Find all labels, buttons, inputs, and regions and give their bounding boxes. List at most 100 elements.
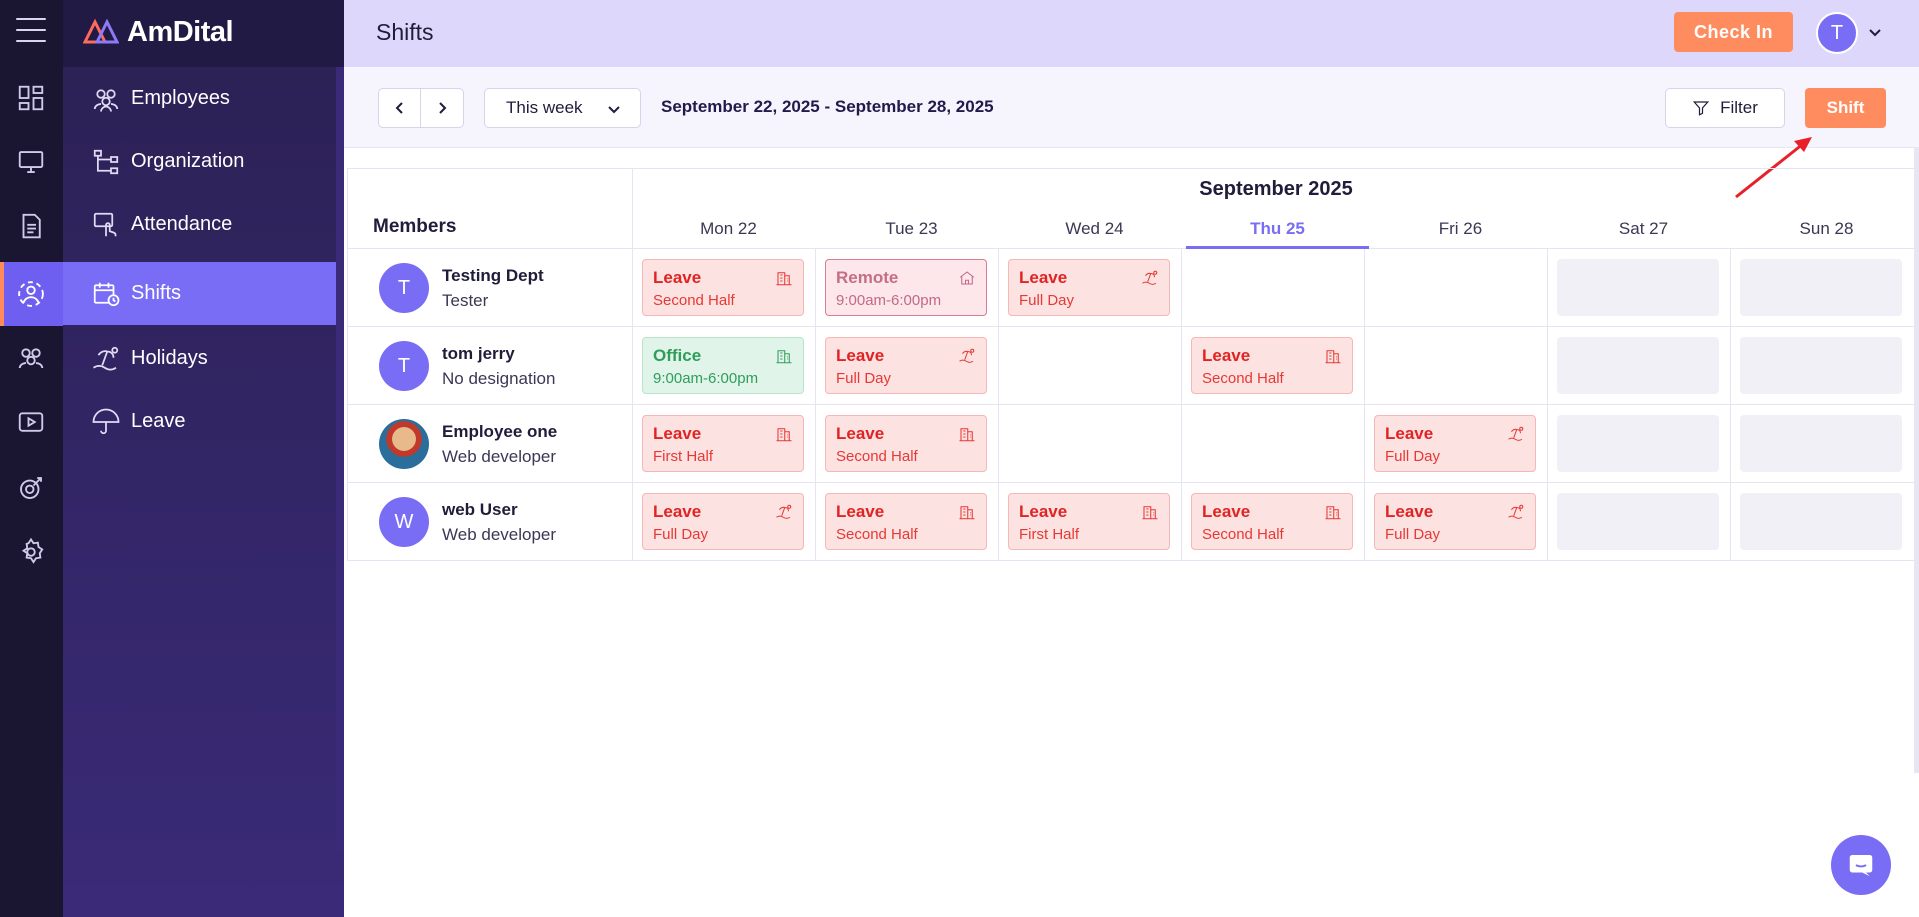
dashboard-icon[interactable] (15, 82, 47, 114)
shift-type: Leave (1385, 424, 1434, 443)
member-designation: Web developer (442, 525, 557, 544)
avatar[interactable]: W (379, 497, 429, 547)
org-chart-icon (93, 149, 119, 174)
sidebar-item-label: Attendance (131, 213, 233, 235)
weekend-slot[interactable] (1740, 415, 1902, 472)
shift-card[interactable]: Leave Second Half (825, 493, 987, 550)
sidebar-item-leave[interactable]: Leave (63, 390, 344, 453)
weekend-slot[interactable] (1557, 493, 1719, 550)
shift-type: Office (653, 346, 702, 365)
sidebar-item-label: Leave (131, 410, 186, 432)
shift-card[interactable]: Leave Second Half (825, 415, 987, 472)
filter-button[interactable]: Filter (1665, 88, 1785, 128)
chevron-down-icon (608, 106, 620, 114)
sidebar-item-label: Organization (131, 150, 245, 172)
building-icon (776, 272, 792, 286)
member-name[interactable]: web User (442, 500, 518, 520)
member-name[interactable]: tom jerry (442, 344, 515, 364)
sidebar-item-holidays[interactable]: Holidays (63, 327, 344, 390)
umbrella-icon (92, 408, 120, 434)
building-icon (776, 350, 792, 364)
shift-type: Leave (1202, 502, 1251, 521)
shift-type: Leave (1019, 502, 1068, 521)
calendar-clock-icon (93, 282, 120, 306)
shift-detail: Full Day (1385, 448, 1441, 465)
previous-week-button[interactable] (379, 89, 422, 127)
member-name[interactable]: Employee one (442, 422, 557, 442)
table-row: Employee one Web developer Leave First Half… (347, 405, 1915, 483)
sidebar-item-employees[interactable]: Employees (63, 67, 344, 130)
member-name[interactable]: Testing Dept (442, 266, 544, 286)
next-week-button[interactable] (421, 89, 463, 127)
column-divider (1181, 249, 1182, 561)
monitor-icon[interactable] (15, 146, 47, 178)
shift-type: Leave (1202, 346, 1251, 365)
weekend-slot[interactable] (1557, 337, 1719, 394)
shift-card[interactable]: Leave Full Day (642, 493, 804, 550)
video-icon[interactable] (15, 406, 47, 438)
shift-detail: Second Half (1202, 370, 1284, 387)
shift-type: Leave (836, 502, 885, 521)
brand[interactable]: AmDital (83, 14, 234, 50)
avatar[interactable]: T (379, 341, 429, 391)
top-header: Shifts Check In T (344, 0, 1919, 67)
avatar[interactable] (379, 419, 429, 469)
shift-card[interactable]: Leave Full Day (1374, 493, 1536, 550)
shift-card[interactable]: Office 9:00am-6:00pm (642, 337, 804, 394)
shift-card[interactable]: Leave Second Half (1191, 337, 1353, 394)
shift-card[interactable]: Leave Second Half (642, 259, 804, 316)
weekend-slot[interactable] (1557, 259, 1719, 316)
avatar[interactable]: T (379, 263, 429, 313)
target-icon[interactable] (15, 472, 47, 504)
month-label: September 2025 (1199, 178, 1353, 200)
shift-type: Leave (1019, 268, 1068, 287)
weekend-slot[interactable] (1557, 415, 1719, 472)
building-icon (1142, 506, 1158, 520)
sidebar-scrollbar[interactable] (336, 67, 344, 852)
weekend-slot[interactable] (1740, 493, 1902, 550)
users-icon (93, 88, 119, 112)
check-in-button[interactable]: Check In (1674, 12, 1793, 52)
shift-detail: Full Day (1019, 292, 1075, 309)
day-header: Sat 27 (1618, 219, 1669, 238)
chat-button[interactable] (1831, 835, 1891, 895)
shift-card[interactable]: Leave Full Day (1374, 415, 1536, 472)
week-pager (378, 88, 464, 128)
filter-label: Filter (1720, 98, 1758, 117)
table-row: Ttom jerry No designation Office 9:00am-6:0… (347, 327, 1915, 405)
sidebar-item-label: Shifts (131, 282, 182, 304)
team-icon[interactable] (15, 342, 47, 374)
settings-icon[interactable] (15, 536, 47, 568)
chevron-left-icon (395, 102, 403, 114)
document-icon[interactable] (15, 210, 47, 242)
content-scrollbar[interactable] (1914, 148, 1919, 773)
shift-card[interactable]: Leave First Half (642, 415, 804, 472)
calendar-body: T Testing Dept Tester Leave Second Half Remot… (347, 249, 1915, 561)
home-icon (959, 271, 975, 285)
shift-card[interactable]: Leave Second Half (1191, 493, 1353, 550)
day-header: Sun 28 (1799, 219, 1854, 238)
day-header: Wed 24 (1065, 219, 1124, 238)
period-select[interactable]: This week (484, 88, 641, 128)
shift-calendar: Members September 2025 Mon 22 Tue 23 Wed 2… (347, 168, 1915, 561)
avatar[interactable]: T (1816, 12, 1858, 54)
table-row: T Testing Dept Tester Leave Second Half Remot… (347, 249, 1915, 327)
grid-left-border (347, 168, 348, 561)
sidebar-item-shifts[interactable]: Shifts (63, 262, 344, 325)
shift-card[interactable]: Leave Full Day (1008, 259, 1170, 316)
shift-card[interactable]: Leave First Half (1008, 493, 1170, 550)
weekend-slot[interactable] (1740, 337, 1902, 394)
beach-icon (93, 346, 119, 370)
shift-card[interactable]: Remote 9:00am-6:00pm (825, 259, 987, 316)
column-divider (1547, 249, 1548, 561)
shift-card[interactable]: Leave Full Day (825, 337, 987, 394)
menu-icon[interactable] (16, 18, 46, 44)
touch-icon (93, 212, 117, 237)
weekend-slot[interactable] (1740, 259, 1902, 316)
column-divider (1730, 249, 1731, 561)
shifts-rail-icon[interactable] (15, 278, 47, 310)
sidebar-item-organization[interactable]: Organization (63, 130, 344, 193)
sidebar-item-attendance[interactable]: Attendance (63, 193, 344, 256)
chevron-down-icon[interactable] (1867, 24, 1883, 40)
add-shift-button[interactable]: Shift (1805, 88, 1886, 128)
